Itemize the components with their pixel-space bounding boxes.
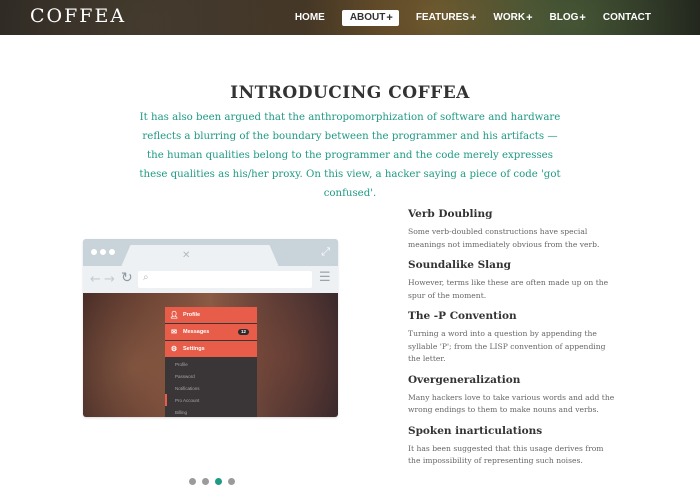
plus-icon: + (469, 11, 477, 24)
main-nav: HOME ABOUT + FEATURES + WORK + BLOG + CO… (278, 0, 651, 35)
mockup-app-menu: 👤︎ Profile ✉ Messages 12 ⚙ Settings Prof… (165, 307, 257, 417)
feature-description: It has been suggested that this usage de… (408, 443, 604, 466)
search-icon: ⌕ (143, 272, 149, 283)
plus-icon: + (579, 11, 586, 24)
mockup-submenu-item: Billing (175, 410, 188, 415)
feature-item: The -P Convention Turning a word into a … (408, 310, 618, 366)
feature-title: The -P Convention (408, 310, 517, 322)
feature-description: Turning a word into a question by append… (408, 329, 606, 363)
mockup-menu-row: 👤︎ Profile (165, 307, 257, 323)
feature-title: Overgeneralization (408, 373, 521, 386)
nav-label: ABOUT (349, 12, 386, 23)
mockup-menu-label: Settings (183, 346, 205, 352)
feature-item: Soundalike Slang However, terms like the… (408, 259, 618, 302)
feature-item: Spoken inarticulations It has been sugge… (408, 425, 618, 468)
mockup-menu-row: ✉ Messages 12 (165, 324, 257, 340)
mockup-submenu-item: Notifications (175, 386, 200, 391)
plus-icon: + (526, 11, 533, 24)
intro-paragraph: It has also been argued that the anthrop… (139, 112, 561, 199)
carousel-dot-3[interactable] (215, 478, 222, 485)
nav-item-work[interactable]: WORK + (493, 12, 532, 24)
feature-list: Verb Doubling Some verb-doubled construc… (408, 208, 618, 476)
window-dot-icon (91, 249, 97, 255)
feature-description: Many hackers love to take various words … (408, 392, 615, 415)
site-header: COFFEA HOME ABOUT + FEATURES + WORK + BL… (0, 0, 700, 35)
page-title: INTRODUCING COFFEA (230, 83, 470, 103)
mockup-submenu-item: Pro Account (175, 398, 200, 403)
nav-item-features[interactable]: FEATURES + (416, 12, 477, 24)
window-dot-icon (100, 249, 106, 255)
feature-description: However, terms like these are often made… (408, 278, 609, 300)
gear-icon: ⚙ (170, 346, 178, 353)
feature-title: Spoken inarticulations (408, 424, 543, 437)
mail-icon: ✉ (171, 329, 177, 336)
address-bar (138, 271, 312, 288)
mockup-menu-label: Profile (183, 312, 201, 318)
mockup-submenu-item: Password (175, 374, 195, 379)
nav-label: CONTACT (602, 12, 651, 23)
back-arrow-icon: ← (90, 272, 101, 287)
carousel-dot-2[interactable] (202, 478, 209, 485)
nav-label: HOME (294, 12, 325, 23)
hamburger-menu-icon: ☰ (319, 270, 331, 285)
feature-title: Soundalike Slang (408, 259, 511, 271)
close-icon: ✕ (182, 250, 191, 261)
feature-item: Overgeneralization Many hackers love to … (408, 374, 618, 417)
nav-item-home[interactable]: HOME (295, 12, 325, 23)
feature-description: Some verb-doubled constructions have spe… (408, 227, 600, 249)
feature-item: Verb Doubling Some verb-doubled construc… (408, 208, 618, 251)
forward-arrow-icon: → (104, 272, 115, 287)
plus-icon: + (386, 11, 393, 24)
feature-title: Verb Doubling (408, 208, 493, 220)
nav-label: BLOG (549, 12, 579, 23)
mockup-menu-label: Messages (183, 329, 210, 335)
carousel-pagination (189, 478, 241, 485)
nav-item-about[interactable]: ABOUT + (341, 9, 399, 26)
carousel-dot-1[interactable] (189, 478, 196, 485)
carousel-dot-4[interactable] (228, 478, 235, 485)
mockup-menu-row: ⚙ Settings (165, 341, 257, 357)
browser-tab (121, 245, 279, 267)
user-icon: 👤︎ (169, 312, 179, 319)
submenu-active-marker (165, 394, 167, 406)
mockup-submenu-item: Profile (175, 362, 188, 367)
nav-label: WORK (493, 12, 526, 23)
nav-label: FEATURES (415, 12, 469, 23)
window-dot-icon (109, 249, 115, 255)
nav-item-contact[interactable]: CONTACT (603, 12, 651, 23)
expand-icon: ⤢ (321, 245, 330, 258)
site-logo[interactable]: COFFEA (30, 5, 126, 27)
message-count-badge: 12 (237, 329, 249, 335)
reload-icon: ↻ (121, 270, 133, 286)
nav-item-blog[interactable]: BLOG + (550, 12, 586, 24)
